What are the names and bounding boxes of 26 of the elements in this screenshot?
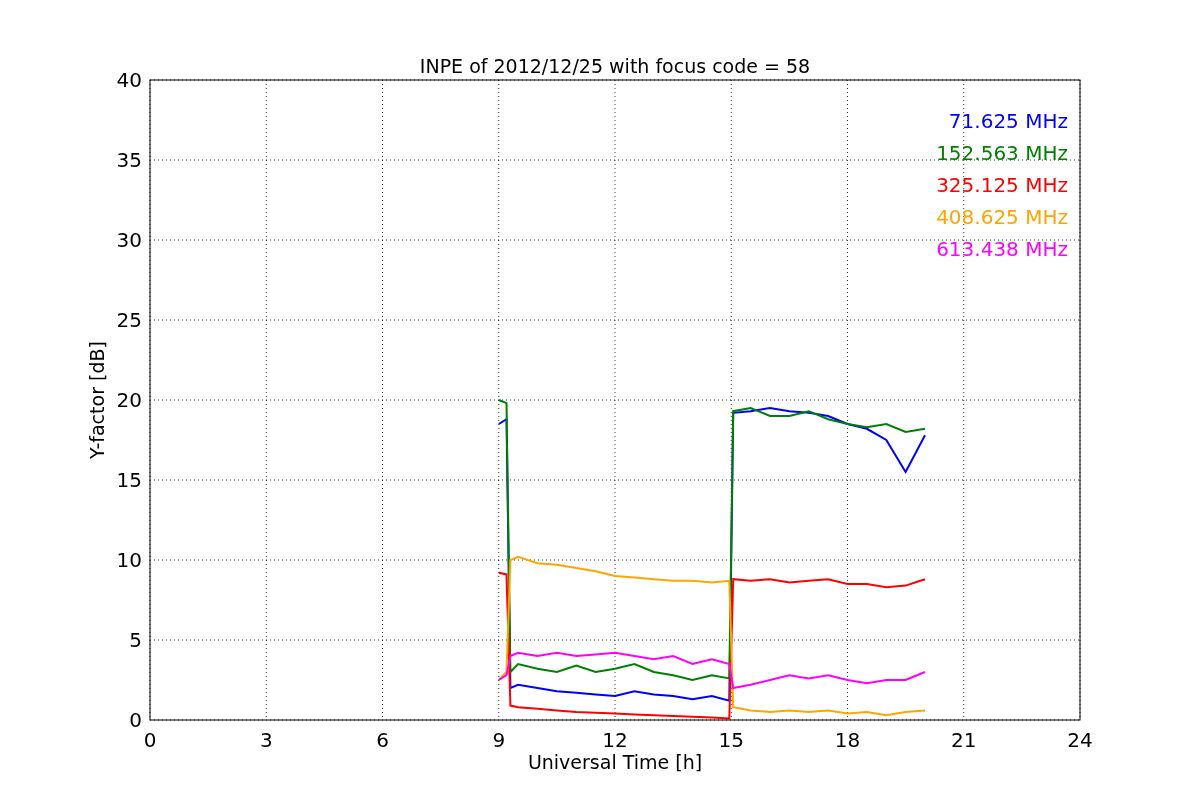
legend-label: 152.563 MHz <box>936 141 1068 165</box>
y-tick-label: 35 <box>116 148 142 172</box>
x-tick-label: 0 <box>143 728 157 752</box>
x-tick-label: 24 <box>1067 728 1093 752</box>
y-tick-label: 10 <box>116 548 142 572</box>
y-tick-label: 5 <box>129 628 142 652</box>
x-tick-label: 21 <box>951 728 977 752</box>
legend-label: 71.625 MHz <box>948 109 1068 133</box>
x-axis-label: Universal Time [h] <box>527 751 703 773</box>
y-tick-label: 30 <box>116 228 142 252</box>
legend-label: 325.125 MHz <box>936 173 1068 197</box>
y-tick-label: 0 <box>129 708 142 732</box>
legend-label: 408.625 MHz <box>936 205 1068 229</box>
legend-label: 613.438 MHz <box>936 237 1068 261</box>
x-tick-label: 3 <box>259 728 273 752</box>
chart-title: INPE of 2012/12/25 with focus code = 58 <box>419 55 811 77</box>
y-tick-label: 15 <box>116 468 142 492</box>
x-tick-label: 15 <box>718 728 744 752</box>
y-tick-label: 25 <box>116 308 142 332</box>
y-axis-label: Y-factor [dB] <box>86 341 108 459</box>
x-tick-label: 12 <box>602 728 628 752</box>
y-tick-label: 20 <box>116 388 142 412</box>
y-tick-label: 40 <box>116 68 142 92</box>
x-tick-label: 6 <box>376 728 389 752</box>
x-tick-label: 9 <box>492 728 506 752</box>
x-tick-label: 18 <box>834 728 861 752</box>
